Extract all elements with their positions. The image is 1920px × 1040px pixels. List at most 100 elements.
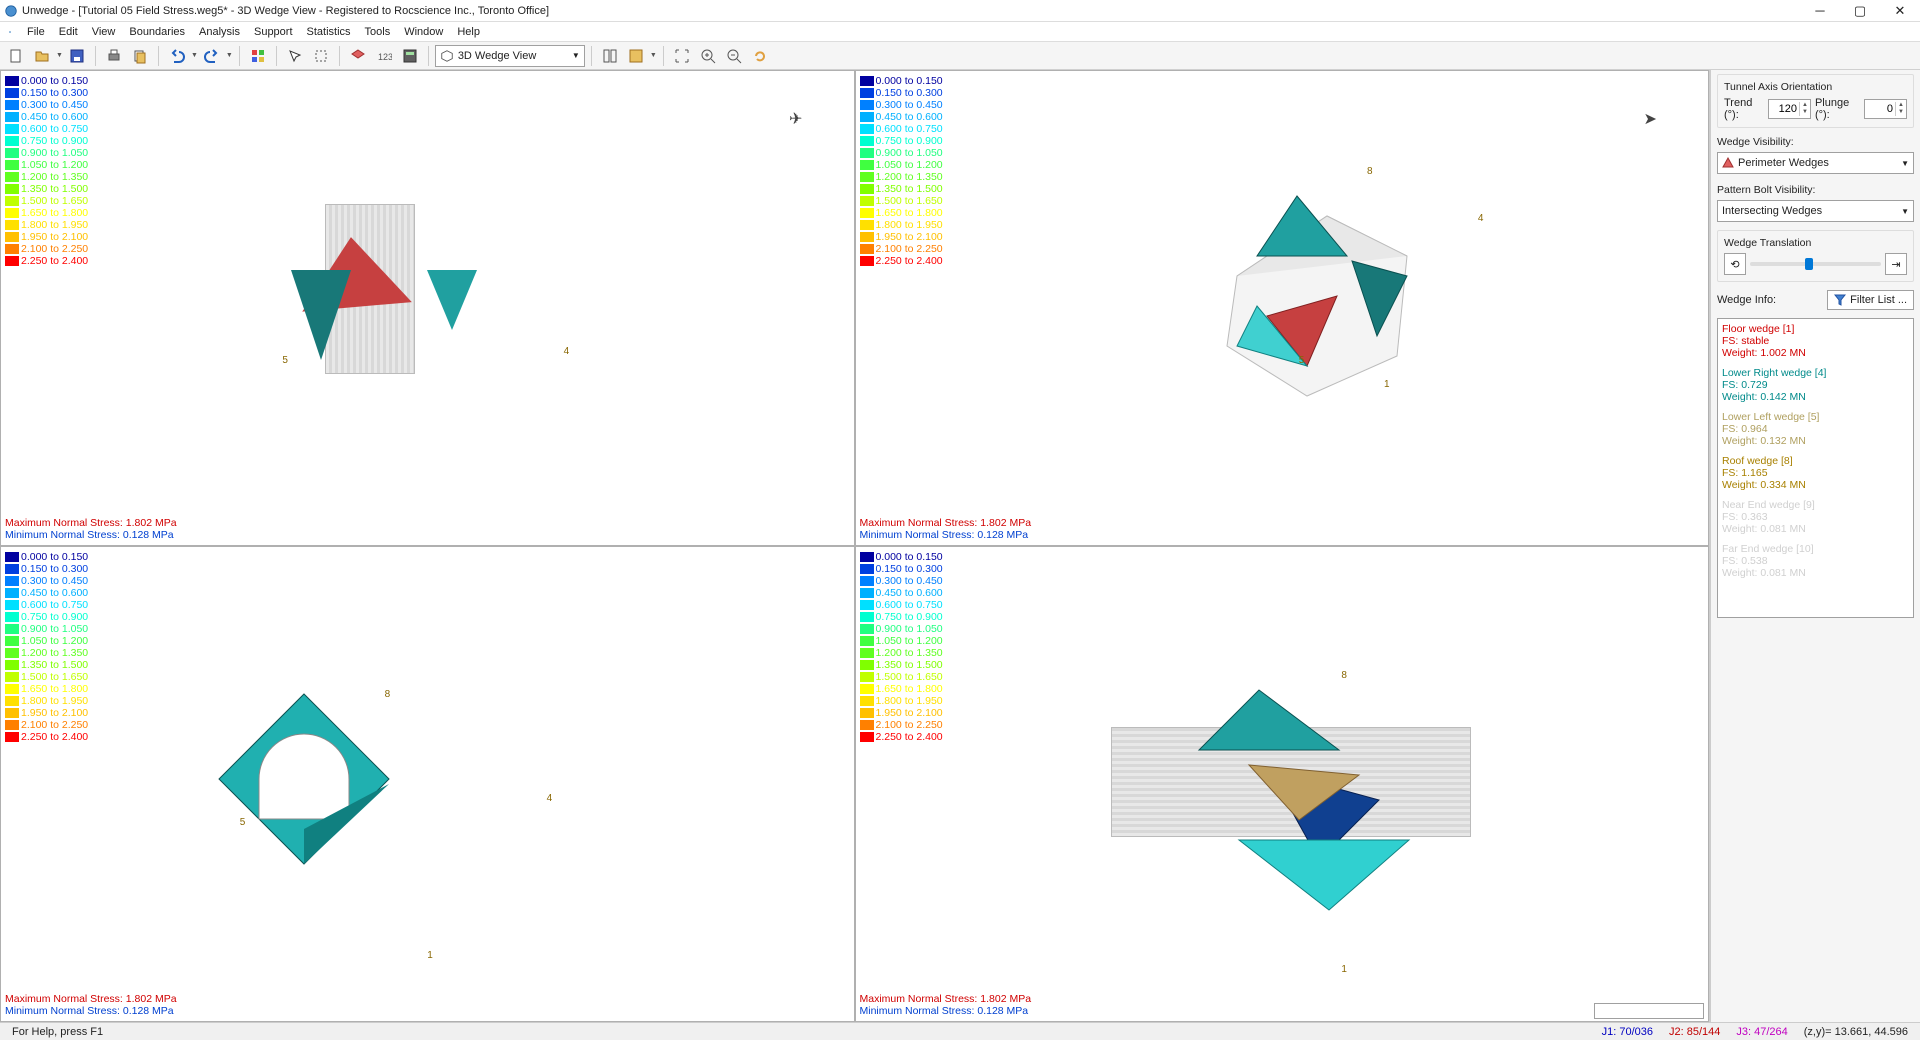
filter-icon (1834, 294, 1846, 306)
rotate-button[interactable] (748, 44, 772, 68)
legend-row: 1.650 to 1.800 (5, 683, 88, 695)
wedge-info-item[interactable]: Roof wedge [8]FS: 1.165Weight: 0.334 MN (1722, 455, 1909, 491)
new-file-button[interactable] (4, 44, 28, 68)
joint-button[interactable]: 123 (372, 44, 396, 68)
legend-row: 0.750 to 0.900 (5, 135, 88, 147)
legend-row: 0.300 to 0.450 (5, 99, 88, 111)
menu-boundaries[interactable]: Boundaries (122, 24, 192, 40)
menu-statistics[interactable]: Statistics (300, 24, 358, 40)
wedge-info-list[interactable]: Floor wedge [1]FS: stableWeight: 1.002 M… (1717, 318, 1914, 618)
input-data-button[interactable] (346, 44, 370, 68)
legend-row: 1.200 to 1.350 (5, 171, 88, 183)
undo-dropdown[interactable]: ▼ (191, 52, 198, 59)
plunge-input[interactable] (1865, 103, 1895, 115)
menu-tools[interactable]: Tools (358, 24, 398, 40)
status-j2: J2: 85/144 (1661, 1026, 1728, 1038)
print-button[interactable] (102, 44, 126, 68)
trend-label: Trend (°): (1724, 97, 1764, 121)
compass-icon: ➤ (1643, 109, 1656, 129)
legend-row: 0.150 to 0.300 (5, 87, 88, 99)
legend-row: 0.000 to 0.150 (5, 75, 88, 87)
window-layout-button[interactable] (624, 44, 648, 68)
wedge-info-item[interactable]: Lower Right wedge [4]FS: 0.729Weight: 0.… (1722, 367, 1909, 403)
menu-help[interactable]: Help (450, 24, 487, 40)
title-bar: Unwedge - [Tutorial 05 Field Stress.weg5… (0, 0, 1920, 22)
open-recent-dropdown[interactable]: ▼ (56, 52, 63, 59)
menu-window[interactable]: Window (397, 24, 450, 40)
wedge-icon (1722, 157, 1734, 169)
legend-row: 1.200 to 1.350 (5, 647, 88, 659)
color-legend: 0.000 to 0.1500.150 to 0.3000.300 to 0.4… (5, 75, 88, 267)
dropdown-arrow-icon: ▼ (1901, 159, 1909, 168)
tunnel-section-view (214, 689, 394, 869)
zoom-extents-button[interactable] (670, 44, 694, 68)
legend-row: 1.950 to 2.100 (860, 231, 943, 243)
grid-view-button[interactable] (246, 44, 270, 68)
wedge-info-item[interactable]: Floor wedge [1]FS: stableWeight: 1.002 M… (1722, 323, 1909, 359)
view-selector[interactable]: 3D Wedge View ▼ (435, 45, 585, 67)
dropdown-arrow-icon: ▼ (572, 51, 580, 60)
wedge-info-item[interactable]: Near End wedge [9]FS: 0.363Weight: 0.081… (1722, 499, 1909, 535)
menu-analysis[interactable]: Analysis (192, 24, 247, 40)
viewport-top-left[interactable]: 0.000 to 0.1500.150 to 0.3000.300 to 0.4… (0, 70, 855, 546)
legend-row: 2.100 to 2.250 (5, 243, 88, 255)
translation-slider[interactable] (1750, 262, 1881, 266)
zoom-out-button[interactable] (722, 44, 746, 68)
wedge-info-item[interactable]: Far End wedge [10]FS: 0.538Weight: 0.081… (1722, 543, 1909, 579)
legend-row: 1.350 to 1.500 (860, 183, 943, 195)
tile-button[interactable] (598, 44, 622, 68)
layout-dropdown[interactable]: ▼ (650, 52, 657, 59)
legend-row: 0.000 to 0.150 (5, 551, 88, 563)
min-stress-label: Minimum Normal Stress: 0.128 MPa (860, 1005, 1032, 1017)
wedge-info-item[interactable]: Lower Left wedge [5]FS: 0.964Weight: 0.1… (1722, 411, 1909, 447)
undo-button[interactable] (165, 44, 189, 68)
legend-row: 0.300 to 0.450 (860, 575, 943, 587)
pan-button[interactable] (309, 44, 333, 68)
legend-row: 1.350 to 1.500 (860, 659, 943, 671)
close-button[interactable]: ✕ (1880, 0, 1920, 22)
compute-button[interactable] (398, 44, 422, 68)
viewport-bottom-right[interactable]: 0.000 to 0.1500.150 to 0.3000.300 to 0.4… (855, 546, 1710, 1022)
save-button[interactable] (65, 44, 89, 68)
redo-button[interactable] (200, 44, 224, 68)
select-button[interactable] (283, 44, 307, 68)
legend-row: 1.050 to 1.200 (5, 635, 88, 647)
legend-row: 0.150 to 0.300 (860, 87, 943, 99)
minimize-button[interactable]: ─ (1800, 0, 1840, 22)
menu-view[interactable]: View (85, 24, 123, 40)
bolt-visibility-select[interactable]: Intersecting Wedges ▼ (1717, 200, 1914, 222)
menu-file[interactable]: File (20, 24, 52, 40)
legend-row: 2.100 to 2.250 (860, 243, 943, 255)
trend-input[interactable] (1769, 103, 1799, 115)
status-coord: (z,y)= 13.661, 44.596 (1796, 1026, 1916, 1038)
filter-list-button[interactable]: Filter List ... (1827, 290, 1914, 310)
legend-row: 1.350 to 1.500 (5, 183, 88, 195)
legend-row: 1.950 to 2.100 (860, 707, 943, 719)
legend-row: 1.200 to 1.350 (860, 171, 943, 183)
legend-row: 0.900 to 1.050 (5, 623, 88, 635)
system-icon[interactable] (2, 24, 18, 40)
copy-button[interactable] (128, 44, 152, 68)
redo-dropdown[interactable]: ▼ (226, 52, 233, 59)
legend-row: 2.100 to 2.250 (860, 719, 943, 731)
translation-max-button[interactable]: ⇥ (1885, 253, 1907, 275)
menu-support[interactable]: Support (247, 24, 300, 40)
max-stress-label: Maximum Normal Stress: 1.802 MPa (5, 993, 177, 1005)
menu-edit[interactable]: Edit (52, 24, 85, 40)
view-3d-icon (440, 49, 454, 63)
plunge-spinner[interactable]: ▲▼ (1864, 99, 1907, 119)
viewport-bottom-left[interactable]: 0.000 to 0.1500.150 to 0.3000.300 to 0.4… (0, 546, 855, 1022)
wedge-visibility-select[interactable]: Perimeter Wedges ▼ (1717, 152, 1914, 174)
maximize-button[interactable]: ▢ (1840, 0, 1880, 22)
min-stress-label: Minimum Normal Stress: 0.128 MPa (860, 529, 1032, 541)
command-input[interactable] (1594, 1003, 1704, 1019)
open-file-button[interactable] (30, 44, 54, 68)
zoom-in-button[interactable] (696, 44, 720, 68)
legend-row: 1.050 to 1.200 (860, 635, 943, 647)
translation-reset-button[interactable]: ⟲ (1724, 253, 1746, 275)
legend-row: 0.750 to 0.900 (860, 611, 943, 623)
viewport-top-right[interactable]: 0.000 to 0.1500.150 to 0.3000.300 to 0.4… (855, 70, 1710, 546)
legend-row: 1.800 to 1.950 (860, 695, 943, 707)
min-stress-label: Minimum Normal Stress: 0.128 MPa (5, 529, 177, 541)
trend-spinner[interactable]: ▲▼ (1768, 99, 1811, 119)
